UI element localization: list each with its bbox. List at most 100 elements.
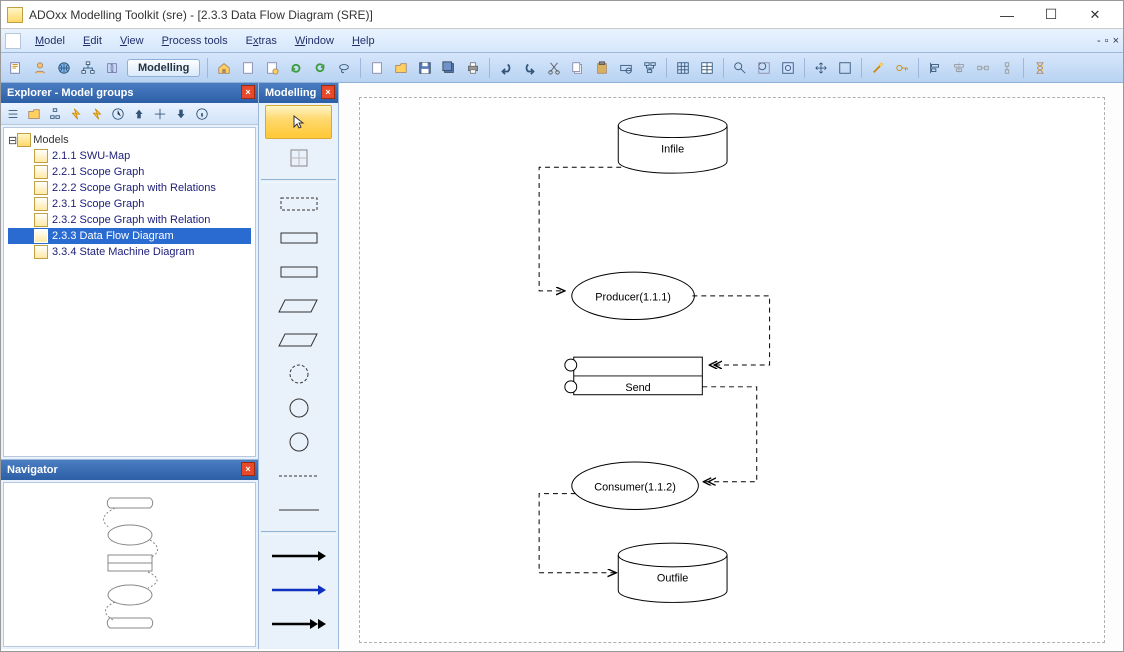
toolbar-align-left-icon[interactable] — [924, 57, 946, 79]
menu-view[interactable]: View — [112, 32, 152, 50]
tree-item[interactable]: 2.2.1 Scope Graph — [8, 164, 251, 180]
toolbar-home-icon[interactable] — [213, 57, 235, 79]
toolbar-align-center-icon[interactable] — [948, 57, 970, 79]
toolbar-saveall-icon[interactable] — [438, 57, 460, 79]
toolbar-new-icon[interactable] — [5, 57, 27, 79]
palette-parallelogram2[interactable] — [259, 323, 338, 357]
toolbar-grid-icon[interactable] — [672, 57, 694, 79]
palette-circle2[interactable] — [259, 425, 338, 459]
tree-item[interactable]: 2.3.1 Scope Graph — [8, 196, 251, 212]
tree-item[interactable]: 3.3.4 State Machine Diagram — [8, 244, 251, 260]
menu-window[interactable]: Window — [287, 32, 342, 50]
palette-dash-line[interactable] — [259, 459, 338, 493]
toolbar-undo-icon[interactable] — [495, 57, 517, 79]
toolbar-zoom-rect-icon[interactable] — [777, 57, 799, 79]
exp-clock-icon[interactable] — [108, 105, 128, 123]
exp-fit-icon[interactable] — [150, 105, 170, 123]
exp-folder-icon[interactable] — [24, 105, 44, 123]
navigator-close-icon[interactable]: × — [241, 462, 255, 476]
toolbar-zoom-fit-icon[interactable] — [753, 57, 775, 79]
toolbar-key-icon[interactable] — [891, 57, 913, 79]
node-infile[interactable]: Infile — [618, 114, 727, 173]
mode-label[interactable]: Modelling — [127, 59, 200, 77]
menu-model[interactable]: Model — [27, 32, 73, 50]
modelling-close-icon[interactable]: × — [321, 85, 335, 99]
palette-solid-line[interactable] — [259, 493, 338, 527]
tree-item[interactable]: 2.1.1 SWU-Map — [8, 148, 251, 164]
toolbar-flip-icon[interactable] — [101, 57, 123, 79]
exp-tree2-icon[interactable] — [45, 105, 65, 123]
toolbar-hourglass-icon[interactable] — [1029, 57, 1051, 79]
mdi-minimize-icon[interactable]: - — [1097, 35, 1101, 47]
menu-edit[interactable]: Edit — [75, 32, 110, 50]
flow-producer-send[interactable] — [692, 296, 769, 365]
palette-rect[interactable] — [259, 221, 338, 255]
toolbar-paste-icon[interactable] — [591, 57, 613, 79]
toolbar-copy-icon[interactable] — [567, 57, 589, 79]
palette-parallelogram[interactable] — [259, 289, 338, 323]
tree-item[interactable]: 2.3.3 Data Flow Diagram — [8, 228, 251, 244]
flow-infile-producer[interactable] — [539, 167, 621, 291]
menu-process-tools[interactable]: Process tools — [154, 32, 236, 50]
model-tree[interactable]: ⊟ Models 2.1.1 SWU-Map2.2.1 Scope Graph2… — [3, 127, 256, 457]
minimize-button[interactable]: — — [985, 3, 1029, 27]
toolbar-lasso-icon[interactable] — [333, 57, 355, 79]
exp-up-icon[interactable] — [129, 105, 149, 123]
palette-arrow-black[interactable] — [259, 539, 338, 573]
toolbar-zoom-icon[interactable] — [729, 57, 751, 79]
toolbar-bounds-icon[interactable] — [834, 57, 856, 79]
diagram-canvas[interactable]: Infile Producer(1.1.1) Send — [339, 83, 1123, 649]
toolbar-redo-icon[interactable] — [519, 57, 541, 79]
exp-bolt-icon[interactable] — [66, 105, 86, 123]
exp-down-icon[interactable] — [171, 105, 191, 123]
palette-arrow-double[interactable] — [259, 607, 338, 641]
palette-pointer[interactable] — [265, 105, 332, 139]
menu-extras[interactable]: Extras — [238, 32, 285, 50]
palette-dashed-circle[interactable] — [259, 357, 338, 391]
toolbar-align-v-icon[interactable] — [996, 57, 1018, 79]
toolbar-reload-icon[interactable] — [309, 57, 331, 79]
navigator-preview[interactable] — [3, 482, 256, 647]
exp-info-icon[interactable] — [192, 105, 212, 123]
node-send[interactable]: Send — [565, 357, 702, 395]
toolbar-pan-icon[interactable] — [810, 57, 832, 79]
mdi-restore-icon[interactable]: ▫ — [1105, 35, 1109, 47]
tree-item[interactable]: 2.2.2 Scope Graph with Relations — [8, 180, 251, 196]
toolbar-find-icon[interactable] — [615, 57, 637, 79]
explorer-close-icon[interactable]: × — [241, 85, 255, 99]
exp-bolt2-icon[interactable] — [87, 105, 107, 123]
flow-send-consumer[interactable] — [702, 387, 756, 482]
toolbar-align-h-icon[interactable] — [972, 57, 994, 79]
menu-help[interactable]: Help — [344, 32, 383, 50]
palette-circle[interactable] — [259, 391, 338, 425]
maximize-button[interactable]: ☐ — [1029, 3, 1073, 27]
toolbar-globe-icon[interactable] — [53, 57, 75, 79]
toolbar-doc-icon[interactable] — [366, 57, 388, 79]
node-producer[interactable]: Producer(1.1.1) — [572, 272, 695, 319]
toolbar-table-icon[interactable] — [696, 57, 718, 79]
toolbar-user-icon[interactable] — [29, 57, 51, 79]
toolbar-struct-icon[interactable] — [639, 57, 661, 79]
toolbar-tree-icon[interactable] — [77, 57, 99, 79]
palette-arrow-blue[interactable] — [259, 573, 338, 607]
node-consumer[interactable]: Consumer(1.1.2) — [572, 462, 699, 509]
tree-item[interactable]: 2.3.2 Scope Graph with Relation — [8, 212, 251, 228]
palette-dashed-rect[interactable] — [259, 187, 338, 221]
toolbar-save-icon[interactable] — [414, 57, 436, 79]
toolbar-print-icon[interactable] — [462, 57, 484, 79]
toolbar-open-icon[interactable] — [390, 57, 412, 79]
exp-list-icon[interactable] — [3, 105, 23, 123]
mdi-controls[interactable]: - ▫ × — [1097, 35, 1119, 47]
toolbar-refresh-icon[interactable] — [285, 57, 307, 79]
close-button[interactable]: ✕ — [1073, 3, 1117, 27]
toolbar-wand-icon[interactable] — [867, 57, 889, 79]
palette-rect2[interactable] — [259, 255, 338, 289]
tree-root[interactable]: ⊟ Models — [8, 132, 251, 148]
toolbar-page-new-icon[interactable] — [261, 57, 283, 79]
palette-grid-tool[interactable] — [259, 141, 338, 175]
toolbar-page-icon[interactable] — [237, 57, 259, 79]
node-outfile[interactable]: Outfile — [618, 543, 727, 602]
toolbar-cut-icon[interactable] — [543, 57, 565, 79]
menubar-icon — [5, 33, 21, 49]
mdi-close-icon[interactable]: × — [1113, 35, 1119, 47]
